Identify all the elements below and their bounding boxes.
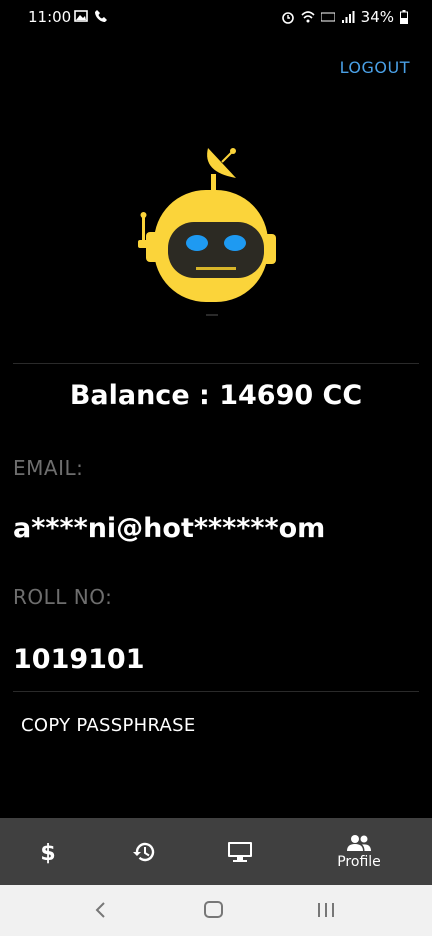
copy-passphrase-button[interactable]: COPY PASSPHRASE: [21, 715, 196, 736]
divider-top: [13, 363, 419, 364]
nav-label-profile: Profile: [337, 853, 381, 870]
robot-avatar: [138, 148, 276, 316]
battery-icon: [400, 10, 408, 24]
back-icon[interactable]: [94, 899, 108, 921]
call-notification-icon: [95, 10, 107, 22]
nav-item-profile[interactable]: Profile: [313, 818, 405, 885]
email-value: a****ni@hot******om: [13, 513, 326, 544]
battery-percent: 34%: [360, 8, 394, 26]
nav-item-history[interactable]: [98, 818, 190, 885]
email-label: EMAIL:: [13, 456, 84, 480]
logout-button[interactable]: LOGOUT: [340, 58, 410, 77]
svg-text:$: $: [40, 841, 55, 864]
signal-icon: [341, 11, 355, 23]
nav-item-monitor[interactable]: [194, 818, 286, 885]
balance-text: Balance : 14690 CC: [69, 380, 363, 411]
wifi-icon: [301, 11, 315, 23]
bottom-nav: $ Profile: [0, 818, 432, 885]
home-icon[interactable]: [203, 899, 225, 921]
antenna-dish: [207, 148, 236, 190]
nav-item-wallet[interactable]: $: [2, 818, 94, 885]
monitor-icon: [228, 841, 252, 862]
status-time: 11:00: [28, 8, 72, 26]
divider-bottom: [13, 691, 419, 692]
roll-label: ROLL NO:: [13, 585, 113, 609]
system-nav-bar: [0, 885, 432, 936]
people-icon: [347, 834, 371, 851]
volte-icon: [320, 12, 335, 22]
roll-value: 1019101: [13, 644, 145, 675]
dollar-icon: $: [40, 841, 55, 864]
image-notification-icon: [74, 10, 88, 22]
status-bar: 11:00 34%: [0, 0, 432, 34]
alarm-icon: [281, 12, 294, 24]
recents-icon[interactable]: [316, 899, 336, 921]
history-icon: [133, 842, 155, 861]
